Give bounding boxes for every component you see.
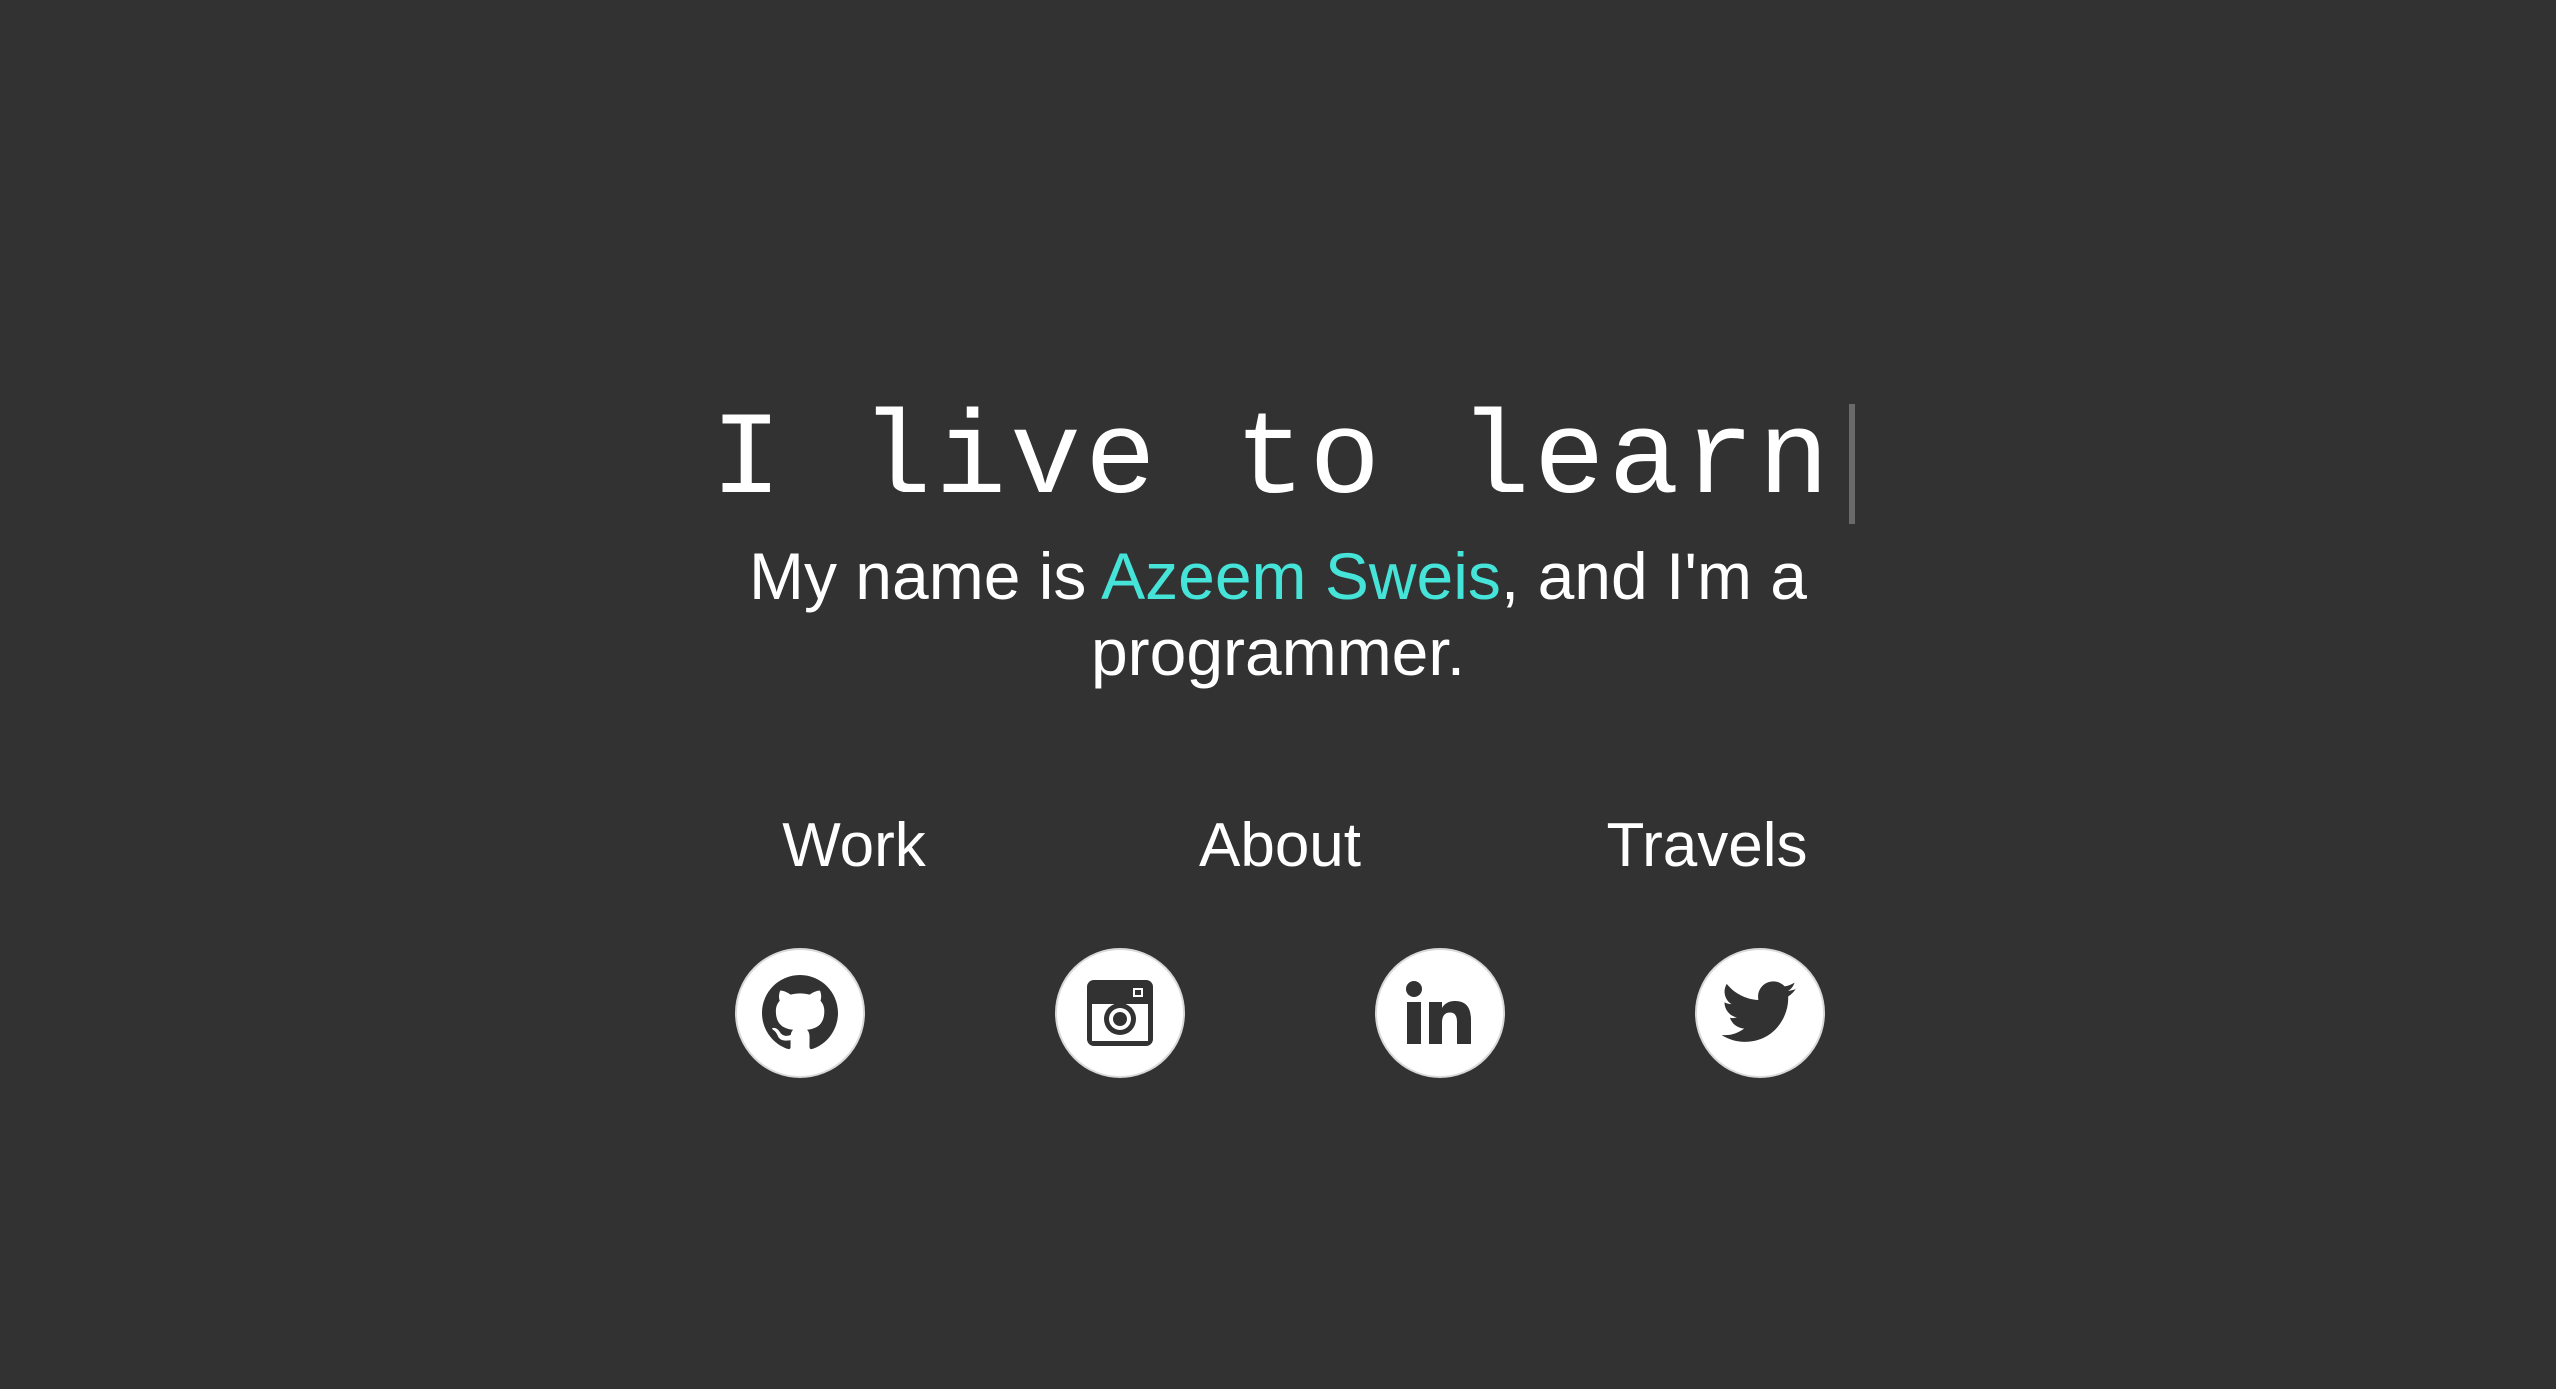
instagram-link[interactable] xyxy=(1055,948,1185,1078)
github-icon xyxy=(762,975,838,1050)
nav-link-about[interactable]: About xyxy=(1199,806,1361,886)
instagram-icon xyxy=(1087,980,1153,1046)
linkedin-icon xyxy=(1406,981,1471,1044)
main-nav: Work About Travels xyxy=(0,806,2556,886)
social-links xyxy=(0,948,2556,1082)
landing-page: I live to learn My name is Azeem Sweis, … xyxy=(0,0,2556,1389)
twitter-link[interactable] xyxy=(1695,948,1825,1078)
typing-cursor xyxy=(1849,404,1856,524)
twitter-icon xyxy=(1722,981,1797,1042)
typed-headline: I live to learn xyxy=(710,392,1856,532)
author-name: Azeem Sweis xyxy=(1101,539,1501,613)
headline-text: I live to learn xyxy=(710,395,1834,528)
linkedin-link[interactable] xyxy=(1375,948,1505,1078)
github-link[interactable] xyxy=(735,948,865,1078)
nav-link-travels[interactable]: Travels xyxy=(1607,806,1808,886)
intro-text: My name is Azeem Sweis, and I'm a progra… xyxy=(688,538,1868,690)
hero-section: I live to learn My name is Azeem Sweis, … xyxy=(0,392,2556,690)
intro-prefix: My name is xyxy=(748,539,1102,613)
nav-link-work[interactable]: Work xyxy=(782,806,926,886)
